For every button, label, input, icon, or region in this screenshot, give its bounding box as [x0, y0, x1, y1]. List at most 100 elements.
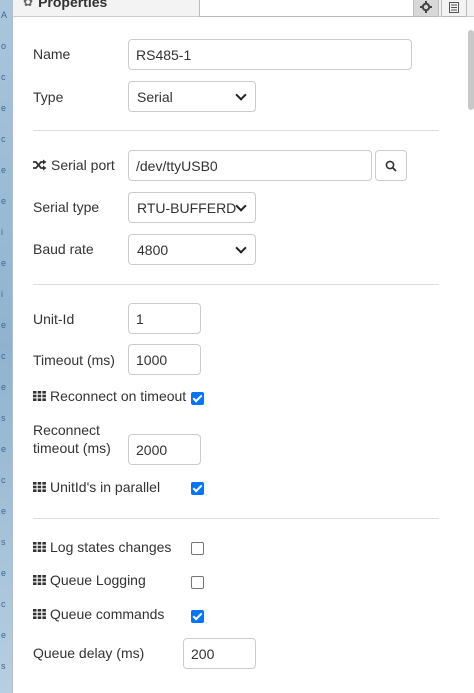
background-strip-glyph: c — [1, 351, 6, 361]
queue-delay-input[interactable]: 200 — [183, 638, 256, 669]
background-strip-glyph: e — [1, 506, 7, 516]
document-icon — [449, 1, 459, 13]
type-select-value: Serial — [137, 88, 173, 105]
settings-tab-button[interactable] — [413, 0, 439, 17]
queue-logging-checkbox[interactable] — [191, 576, 204, 589]
panel-title: ✿ Properties — [23, 0, 107, 10]
baud-rate-select-value: 4800 — [137, 241, 169, 258]
reconnect-timeout-input-value: 2000 — [136, 441, 168, 458]
name-label: Name — [33, 45, 70, 63]
serial-type-label-text: Serial type — [33, 199, 100, 215]
background-strip-glyph: e — [1, 103, 7, 113]
queue-delay-label: Queue delay (ms) — [33, 644, 144, 662]
type-select[interactable]: Serial — [128, 81, 256, 112]
section-divider — [33, 284, 439, 285]
background-strip-glyph: e — [1, 382, 7, 392]
chevron-down-icon — [235, 241, 247, 254]
timeout-label: Timeout (ms) — [33, 351, 115, 369]
panel-scrollbar[interactable] — [468, 30, 474, 110]
background-strip-glyph: s — [1, 413, 6, 423]
serial-port-input-value: /dev/ttyUSB0 — [136, 157, 218, 174]
queue-commands-label: Queue commands — [33, 605, 164, 623]
background-strip-glyph: i — [1, 227, 3, 237]
background-strip-glyph: s — [1, 537, 6, 547]
reconnect-timeout-label-line2: timeout (ms) — [33, 440, 111, 456]
background-strip-glyph: e — [1, 320, 7, 330]
grid-icon — [33, 482, 46, 492]
name-input-value: RS485-1 — [136, 46, 192, 63]
gear-icon — [420, 1, 432, 13]
grid-icon — [33, 609, 46, 619]
background-strip-glyph: c — [1, 475, 6, 485]
background-strip-glyph: e — [1, 630, 7, 640]
background-strip-glyph: c — [1, 72, 6, 82]
timeout-label-text: Timeout (ms) — [33, 352, 115, 368]
panel-title-text: Properties — [38, 0, 108, 10]
background-strip-glyph: s — [1, 661, 6, 671]
serial-type-select-value: RTU-BUFFERD — [137, 199, 237, 216]
background-strip-glyph: e — [1, 568, 7, 578]
header-tab-area — [199, 0, 415, 17]
background-strip-glyph: e — [1, 258, 7, 268]
unitids-parallel-checkbox[interactable] — [191, 482, 204, 495]
queue-delay-input-value: 200 — [191, 645, 215, 662]
log-states-changes-checkbox[interactable] — [191, 542, 204, 555]
description-tab-button[interactable] — [441, 0, 467, 17]
serial-port-input[interactable]: /dev/ttyUSB0 — [128, 150, 372, 181]
serial-type-select[interactable]: RTU-BUFFERD — [128, 192, 256, 223]
background-editor-strip: Ao c e c e e i e i e c e s e c e s e c e s — [0, 0, 12, 693]
unitids-parallel-label-text: UnitId's in parallel — [50, 479, 161, 495]
log-states-changes-label-text: Log states changes — [50, 539, 172, 555]
reconnect-on-timeout-checkbox[interactable] — [191, 392, 204, 405]
queue-commands-checkbox[interactable] — [191, 610, 204, 623]
log-states-changes-label: Log states changes — [33, 538, 171, 556]
unit-id-label: Unit-Id — [33, 310, 74, 328]
unit-id-label-text: Unit-Id — [33, 311, 75, 327]
background-strip-glyph: c — [1, 599, 6, 609]
chevron-down-icon — [235, 199, 247, 212]
background-strip-glyph: i — [1, 289, 3, 299]
shuffle-icon — [33, 159, 47, 171]
unitids-parallel-label: UnitId's in parallel — [33, 478, 160, 496]
reconnect-timeout-label: Reconnect timeout (ms) — [33, 421, 111, 457]
baud-rate-label: Baud rate — [33, 240, 94, 258]
queue-delay-label-text: Queue delay (ms) — [33, 645, 145, 661]
grid-icon — [33, 575, 46, 585]
serial-port-label-text: Serial port — [51, 157, 115, 173]
queue-logging-label: Queue Logging — [33, 571, 146, 589]
section-divider — [33, 518, 439, 519]
timeout-input-value: 1000 — [136, 351, 168, 368]
gear-icon: ✿ — [23, 0, 34, 9]
search-icon — [385, 160, 397, 172]
reconnect-on-timeout-label: Reconnect on timeout — [33, 387, 186, 405]
background-strip-glyph: A — [1, 10, 8, 20]
type-label: Type — [33, 88, 63, 106]
name-input[interactable]: RS485-1 — [128, 39, 412, 70]
baud-rate-select[interactable]: 4800 — [128, 234, 256, 265]
background-strip-glyph: c — [1, 134, 6, 144]
timeout-input[interactable]: 1000 — [128, 344, 201, 375]
properties-panel: ✿ Properties Name RS485-1 Type Serial Se… — [12, 0, 474, 693]
reconnect-timeout-label-line1: Reconnect — [33, 422, 100, 438]
background-strip-glyph: e — [1, 196, 7, 206]
unit-id-input-value: 1 — [136, 310, 144, 327]
unit-id-input[interactable]: 1 — [128, 303, 201, 334]
serial-port-label: Serial port — [33, 156, 115, 174]
reconnect-on-timeout-label-text: Reconnect on timeout — [50, 388, 187, 404]
background-strip-glyph: o — [1, 41, 7, 51]
serial-type-label: Serial type — [33, 198, 99, 216]
reconnect-timeout-input[interactable]: 2000 — [128, 434, 201, 465]
chevron-down-icon — [235, 88, 247, 101]
panel-header: ✿ Properties — [13, 0, 474, 17]
background-strip-glyph: e — [1, 444, 7, 454]
grid-icon — [33, 542, 46, 552]
section-divider — [33, 130, 439, 131]
type-label-text: Type — [33, 89, 64, 105]
queue-logging-label-text: Queue Logging — [50, 572, 146, 588]
serial-port-search-button[interactable] — [375, 150, 407, 181]
baud-rate-label-text: Baud rate — [33, 241, 94, 257]
grid-icon — [33, 391, 46, 401]
name-label-text: Name — [33, 46, 71, 62]
background-strip-glyph: e — [1, 165, 7, 175]
queue-commands-label-text: Queue commands — [50, 606, 165, 622]
